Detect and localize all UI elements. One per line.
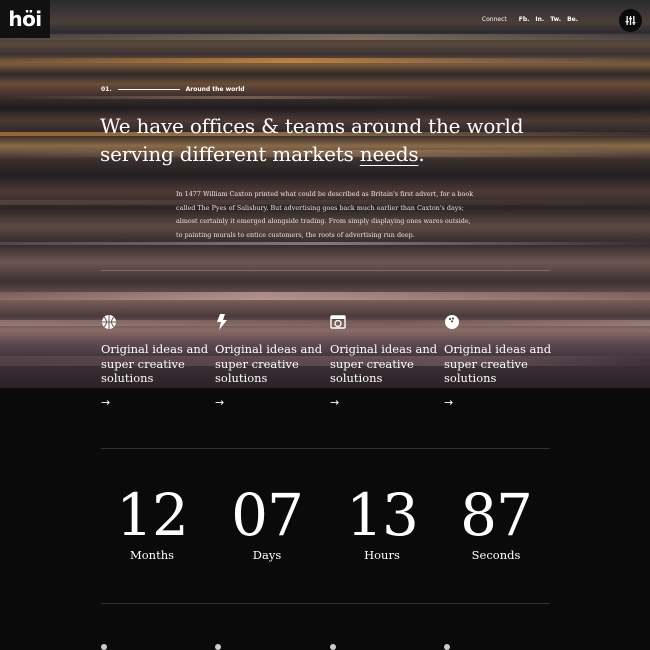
counter-label: Months xyxy=(129,548,175,562)
footer-dot-icon xyxy=(101,644,107,650)
counter-label: Days xyxy=(252,548,282,562)
motion-streak xyxy=(0,34,650,40)
divider xyxy=(101,603,550,604)
counter-value: 13 xyxy=(346,481,419,549)
feature-title: Original ideas and super creative soluti… xyxy=(101,342,209,385)
logo[interactable]: höi xyxy=(0,0,50,38)
counter-value: 07 xyxy=(231,481,304,549)
menu-bars-icon xyxy=(625,16,636,25)
footer-item xyxy=(444,644,450,650)
counter-value: 87 xyxy=(460,481,533,549)
feature-title: Original ideas and super creative soluti… xyxy=(215,342,323,385)
headline-underlined: needs xyxy=(359,142,419,166)
feature-arrow-link[interactable]: → xyxy=(330,396,339,409)
feature-item[interactable]: Original ideas and super creative soluti… xyxy=(101,314,211,409)
feature-arrow-link[interactable]: → xyxy=(101,396,110,409)
bowling-ball-icon xyxy=(445,315,459,329)
footer-dot-icon xyxy=(330,644,336,650)
footer-item xyxy=(330,644,336,650)
social-link-facebook[interactable]: Fb. xyxy=(519,16,530,23)
counter-label: Hours xyxy=(364,548,400,562)
feature-title: Original ideas and super creative soluti… xyxy=(330,342,438,385)
top-nav: Connect Fb. In. Tw. Be. xyxy=(482,16,578,23)
headline-line2: serving different markets xyxy=(100,142,360,166)
counter-value: 12 xyxy=(116,481,189,549)
headline-line1: We have offices & teams around the world xyxy=(100,114,524,138)
feature-title: Original ideas and super creative soluti… xyxy=(444,342,552,385)
counter-seconds: 87 Seconds xyxy=(446,480,546,562)
footer-dot-icon xyxy=(215,644,221,650)
motion-streak xyxy=(0,58,650,63)
footer-dot-icon xyxy=(444,644,450,650)
counter-label: Seconds xyxy=(471,548,521,562)
connect-label: Connect xyxy=(481,16,507,23)
motion-streak xyxy=(0,242,650,245)
counter-hours: 13 Hours xyxy=(332,480,432,562)
social-link-twitter[interactable]: Tw. xyxy=(550,16,561,23)
feature-item[interactable]: Original ideas and super creative soluti… xyxy=(444,314,554,409)
feature-arrow-link[interactable]: → xyxy=(215,396,224,409)
intro-paragraph: In 1477 William Caxton printed what coul… xyxy=(176,190,474,239)
camera-icon xyxy=(330,315,346,329)
divider xyxy=(101,448,550,449)
headline-suffix: . xyxy=(418,142,425,166)
motion-streak xyxy=(0,96,650,99)
section-label: 01. Around the world xyxy=(101,86,245,93)
menu-button[interactable] xyxy=(619,9,642,32)
footer-item xyxy=(215,644,221,650)
social-link-instagram[interactable]: In. xyxy=(535,16,544,23)
social-link-behance[interactable]: Be. xyxy=(567,16,578,23)
motion-streak xyxy=(0,292,650,300)
feature-item[interactable]: Original ideas and super creative soluti… xyxy=(215,314,325,409)
counter-months: 12 Months xyxy=(102,480,202,562)
section-title: Around the world xyxy=(185,86,245,93)
footer-item xyxy=(101,644,107,650)
feature-item[interactable]: Original ideas and super creative soluti… xyxy=(330,314,440,409)
divider xyxy=(101,270,550,271)
section-number: 01. xyxy=(101,86,112,93)
lightning-icon xyxy=(217,314,227,330)
page-headline: We have offices & teams around the world… xyxy=(100,112,560,168)
feature-arrow-link[interactable]: → xyxy=(444,396,453,409)
section-line xyxy=(117,89,180,90)
basketball-icon xyxy=(102,315,116,329)
counter-days: 07 Days xyxy=(217,480,317,562)
